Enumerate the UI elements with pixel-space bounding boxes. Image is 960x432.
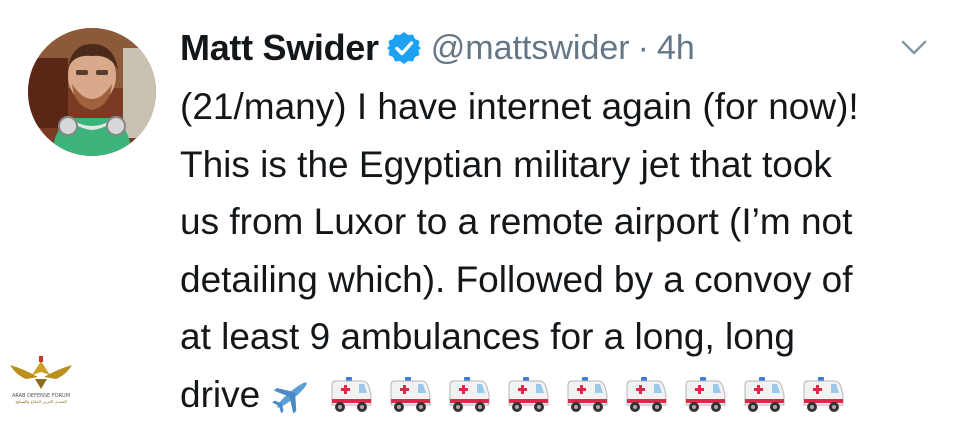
ambulance-icon	[565, 374, 609, 414]
tweet-line: us from Luxor to a remote airport (I’m n…	[180, 201, 853, 242]
ambulance-icon	[683, 374, 727, 414]
ambulance-icon	[742, 374, 786, 414]
tweet-header: Matt Swider @mattswider · 4h	[180, 22, 695, 74]
ambulance-icon	[388, 374, 432, 414]
avatar-photo	[28, 28, 156, 156]
chevron-down-icon[interactable]	[900, 38, 928, 58]
tweet-line-last: drive	[180, 366, 950, 424]
tweet-line: This is the Egyptian military jet that t…	[180, 143, 832, 185]
ambulance-icon	[801, 374, 845, 414]
ambulance-icon	[624, 374, 668, 414]
tweet-timestamp[interactable]: 4h	[657, 29, 695, 68]
ambulance-icon	[329, 374, 373, 414]
header-separator: ·	[637, 28, 649, 67]
tweet-text: (21/many) I have internet again (for now…	[180, 78, 950, 423]
ambulance-icon	[506, 374, 550, 414]
tweet-line: drive	[180, 373, 261, 415]
verified-badge-icon	[386, 31, 421, 65]
emoji-row	[270, 374, 860, 414]
tweet-line: (21/many) I have internet again (for now…	[180, 86, 859, 127]
author-name[interactable]: Matt Swider	[180, 27, 379, 69]
airplane-icon	[270, 374, 314, 414]
watermark-sublabel: المنتدى العربي للدفاع والتسليح	[15, 399, 67, 404]
ambulance-icon	[447, 374, 491, 414]
avatar[interactable]	[28, 28, 156, 156]
tweet-line: detailing which). Followed by a convoy o…	[180, 258, 853, 300]
author-handle[interactable]: @mattswider	[431, 29, 630, 68]
tweet-card: Matt Swider @mattswider · 4h (21/many) I…	[0, 0, 960, 415]
tweet-line: at least 9 ambulances for a long, long	[180, 316, 795, 357]
